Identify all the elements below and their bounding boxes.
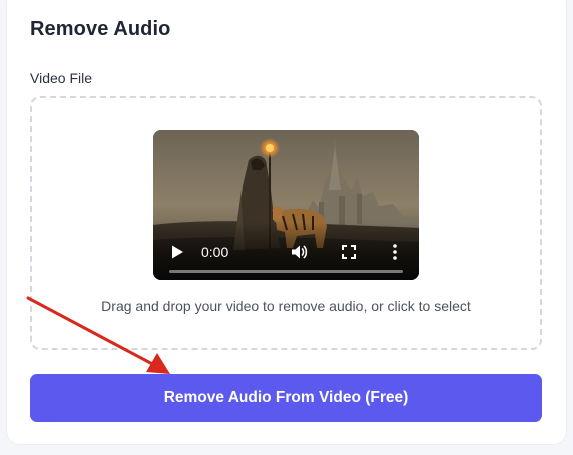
fullscreen-icon[interactable] (341, 244, 357, 260)
video-file-label: Video File (30, 70, 93, 86)
video-controls: 0:00 (153, 222, 419, 280)
volume-icon[interactable] (290, 243, 308, 261)
more-options-icon[interactable] (389, 243, 401, 261)
dropzone-hint: Drag and drop your video to remove audio… (101, 298, 471, 314)
video-progress-bar[interactable] (169, 270, 403, 273)
play-icon[interactable] (169, 244, 185, 260)
remove-audio-button[interactable]: Remove Audio From Video (Free) (30, 374, 542, 422)
video-player[interactable]: 0:00 (153, 130, 419, 280)
video-time: 0:00 (201, 244, 229, 260)
panel-title: Remove Audio (30, 18, 171, 40)
